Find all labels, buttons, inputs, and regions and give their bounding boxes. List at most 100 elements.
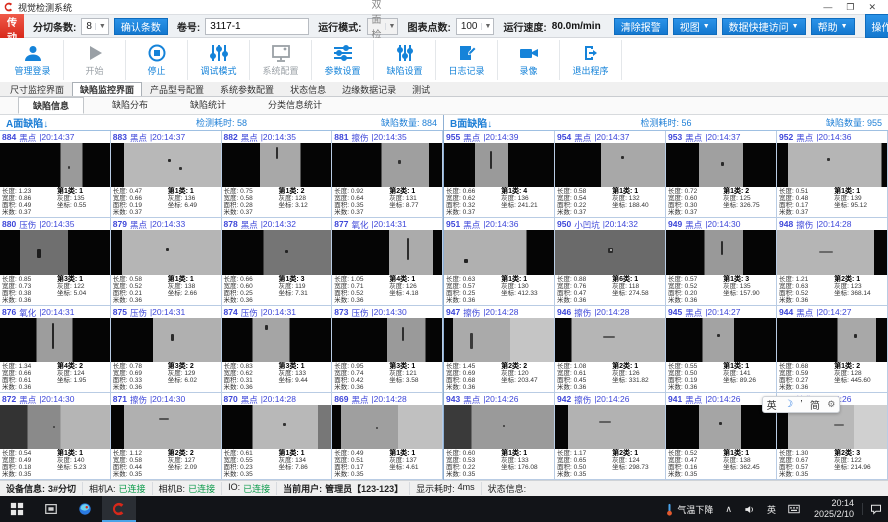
defect-cell-949[interactable]: 949黑点|20:14:30长度: 0.57宽度: 0.52面积: 0.20米数… xyxy=(666,218,777,305)
defect-info: 长度: 0.58宽度: 0.54面积: 0.22米数: 0.37第1类: 1灰度… xyxy=(555,187,665,217)
action-camera-button[interactable]: 录像 xyxy=(498,40,560,80)
defect-info: 长度: 0.58宽度: 0.52面积: 0.21米数: 0.36第1类: 1灰度… xyxy=(111,275,221,305)
defect-cell-946[interactable]: 946擦伤|20:14:28长度: 1.08宽度: 0.61面积: 0.45米数… xyxy=(555,306,666,393)
defect-panel-a: A面缺陷↓检测耗时: 58缺陷数量: 884884黑点|20:14:37长度: … xyxy=(0,115,444,480)
action-play-button[interactable]: 开始 xyxy=(64,40,126,80)
defect-cell-941[interactable]: 941黑点|20:14:26长度: 0.52宽度: 0.47面积: 0.16米数… xyxy=(666,393,777,480)
confirm-count-button[interactable]: 确认条数 xyxy=(114,18,168,35)
tab-main-3[interactable]: 产品型号配置 xyxy=(142,82,212,96)
quick-access-menu-button[interactable]: 数据快捷访问▼ xyxy=(722,18,806,35)
moon-icon[interactable]: ☽ xyxy=(784,399,793,410)
tab-sub-4[interactable]: 分类信息统计 xyxy=(254,97,336,114)
defect-cell-955[interactable]: 955黑点|20:14:39长度: 0.66宽度: 0.62面积: 0.32米数… xyxy=(444,131,555,218)
sub-tab-bar: 缺陷信息缺陷分布缺陷统计分类信息统计 xyxy=(0,97,888,115)
drive-side-button[interactable]: 传动侧 xyxy=(0,14,24,38)
help-menu-button[interactable]: 帮助▼ xyxy=(811,18,855,35)
clear-alarm-button[interactable]: 清除报警 xyxy=(614,18,668,35)
ime-language-bar[interactable]: 英 ☽ ’ 简 ⚙ xyxy=(762,396,840,413)
tab-sub-2[interactable]: 缺陷分布 xyxy=(98,97,162,114)
view-menu-button[interactable]: 视图▼ xyxy=(673,18,717,35)
defect-cell-872[interactable]: 872黑点|20:14:30长度: 0.54宽度: 0.49面积: 0.18米数… xyxy=(0,393,111,480)
action-monitor-button[interactable]: 系统配置 xyxy=(250,40,312,80)
task-view-button[interactable] xyxy=(34,496,68,522)
tab-sub-3[interactable]: 缺陷统计 xyxy=(176,97,240,114)
defect-image xyxy=(222,143,332,187)
defect-cell-953[interactable]: 953黑点|20:14:37长度: 0.72宽度: 0.60面积: 0.30米数… xyxy=(666,131,777,218)
weather-widget[interactable]: 气温下降 xyxy=(659,496,719,522)
defect-mark xyxy=(719,422,722,425)
defect-info: 长度: 1.34宽度: 0.66面积: 0.61米数: 0.36第4类: 2灰度… xyxy=(0,362,110,392)
defect-cell-882[interactable]: 882黑点|20:14:35长度: 0.75宽度: 0.58面积: 0.28米数… xyxy=(222,131,333,218)
defect-cell-874[interactable]: 874压伤|20:14:31长度: 0.83宽度: 0.62面积: 0.31米数… xyxy=(222,306,333,393)
defect-info: 长度: 0.85宽度: 0.73面积: 0.38米数: 0.36第3类: 1灰度… xyxy=(0,275,110,305)
action-sliders-h-button[interactable]: 参数设置 xyxy=(312,40,374,80)
touch-keyboard-icon[interactable] xyxy=(782,496,806,522)
action-label: 停止 xyxy=(147,64,165,77)
defect-cell-877[interactable]: 877氧化|20:14:31长度: 1.05宽度: 0.71面积: 0.52米数… xyxy=(332,218,443,305)
action-stop-button[interactable]: 停止 xyxy=(126,40,188,80)
ime-english-mode[interactable]: 英 xyxy=(767,397,777,412)
defect-info: 长度: 0.47宽度: 0.66面积: 0.19米数: 0.37第1类: 1灰度… xyxy=(111,187,221,217)
close-icon[interactable]: ✕ xyxy=(868,0,876,14)
defect-cell-870[interactable]: 870黑点|20:14:28长度: 0.61宽度: 0.55面积: 0.23米数… xyxy=(222,393,333,480)
tab-main-1[interactable]: 尺寸监控界面 xyxy=(2,82,72,96)
taskbar-clock[interactable]: 20:14 2025/2/10 xyxy=(806,498,862,520)
defect-cell-884[interactable]: 884黑点|20:14:37长度: 1.23宽度: 0.86面积: 0.49米数… xyxy=(0,131,111,218)
camera-a-status: 已连接 xyxy=(119,482,146,495)
tab-main-7[interactable]: 测试 xyxy=(404,82,438,96)
chart-points-select[interactable]: 100▼ xyxy=(456,18,495,35)
defect-cell-950[interactable]: 950小凹坑|20:14:32长度: 0.88宽度: 0.76面积: 0.47米… xyxy=(555,218,666,305)
volume-icon[interactable] xyxy=(738,496,761,522)
defect-cell-869[interactable]: 869黑点|20:14:28长度: 0.49宽度: 0.51面积: 0.17米数… xyxy=(332,393,443,480)
ime-simplified[interactable]: 简 xyxy=(810,397,820,412)
defect-cell-952[interactable]: 952黑点|20:14:36长度: 0.51宽度: 0.48面积: 0.17米数… xyxy=(777,131,888,218)
ime-tray-language[interactable]: 英 xyxy=(761,496,782,522)
defect-info: 长度: 1.17宽度: 0.65面积: 0.50米数: 0.35第2类: 1灰度… xyxy=(555,449,665,479)
defect-cell-871[interactable]: 871擦伤|20:14:30长度: 1.12宽度: 0.58面积: 0.44米数… xyxy=(111,393,222,480)
defect-cell-header: 946擦伤|20:14:28 xyxy=(555,306,665,318)
defect-image xyxy=(111,405,221,449)
defect-cell-883[interactable]: 883黑点|20:14:37 长度: 0.47宽度: 0.66面积: 0.19米数… xyxy=(111,131,222,218)
action-log-button[interactable]: 日志记录 xyxy=(436,40,498,80)
action-exit-button[interactable]: 退出程序 xyxy=(560,40,622,80)
tab-main-2[interactable]: 缺陷监控界面 xyxy=(72,82,142,96)
run-mode-select[interactable]: 双面检测▼ xyxy=(367,18,399,35)
camera-icon xyxy=(519,44,539,62)
defect-cell-876[interactable]: 876氧化|20:14:31长度: 1.34宽度: 0.66面积: 0.61米数… xyxy=(0,306,111,393)
minimize-icon[interactable]: — xyxy=(823,0,832,14)
action-sliders-v2-button[interactable]: 缺陷设置 xyxy=(374,40,436,80)
tab-main-5[interactable]: 状态信息 xyxy=(282,82,334,96)
action-sliders-v-button[interactable]: 调试模式 xyxy=(188,40,250,80)
defect-cell-945[interactable]: 945黑点|20:14:27长度: 0.55宽度: 0.50面积: 0.19米数… xyxy=(666,306,777,393)
split-count-select[interactable]: 8▼ xyxy=(81,18,109,35)
tab-sub-1[interactable]: 缺陷信息 xyxy=(18,97,84,114)
defect-cell-header: 883黑点|20:14:37 xyxy=(111,131,221,143)
defect-cell-948[interactable]: 948擦伤|20:14:28长度: 1.21宽度: 0.63面积: 0.52米数… xyxy=(777,218,888,305)
browser-icon[interactable] xyxy=(68,496,102,522)
defect-cell-881[interactable]: 881擦伤|20:14:35长度: 0.92宽度: 0.64面积: 0.35米数… xyxy=(332,131,443,218)
defect-cell-947[interactable]: 947擦伤|20:14:28长度: 1.45宽度: 0.69面积: 0.68米数… xyxy=(444,306,555,393)
defect-cell-873[interactable]: 873压伤|20:14:30长度: 0.95宽度: 0.74面积: 0.42米数… xyxy=(332,306,443,393)
gear-icon[interactable]: ⚙ xyxy=(827,399,835,410)
defect-cell-951[interactable]: 951黑点|20:14:36长度: 0.63宽度: 0.57面积: 0.25米数… xyxy=(444,218,555,305)
defect-cell-880[interactable]: 880压伤|20:14:35长度: 0.85宽度: 0.73面积: 0.38米数… xyxy=(0,218,111,305)
operator-side-button[interactable]: 操作侧 xyxy=(865,14,888,38)
defect-cell-879[interactable]: 879黑点|20:14:33长度: 0.58宽度: 0.52面积: 0.21米数… xyxy=(111,218,222,305)
maximize-icon[interactable]: ❐ xyxy=(846,0,854,14)
detection-app-taskbar-button[interactable] xyxy=(102,496,136,522)
ime-punctuation[interactable]: ’ xyxy=(800,399,802,410)
defect-cell-875[interactable]: 875压伤|20:14:31长度: 0.78宽度: 0.69面积: 0.33米数… xyxy=(111,306,222,393)
roll-number-input[interactable] xyxy=(205,18,309,35)
elapsed-label: 显示耗时: xyxy=(416,482,455,495)
notification-center-icon[interactable] xyxy=(862,503,888,515)
action-user-button[interactable]: 管理登录 xyxy=(2,40,64,80)
start-button[interactable] xyxy=(0,496,34,522)
hidden-icons-chevron[interactable]: ∧ xyxy=(719,496,738,522)
defect-cell-944[interactable]: 944黑点|20:14:27长度: 0.68宽度: 0.59面积: 0.27米数… xyxy=(777,306,888,393)
tab-main-6[interactable]: 边缘数据记录 xyxy=(334,82,404,96)
defect-cell-943[interactable]: 943黑点|20:14:26长度: 0.60宽度: 0.53面积: 0.22米数… xyxy=(444,393,555,480)
defect-cell-878[interactable]: 878黑点|20:14:32长度: 0.66宽度: 0.60面积: 0.25米数… xyxy=(222,218,333,305)
defect-cell-942[interactable]: 942擦伤|20:14:26长度: 1.17宽度: 0.65面积: 0.50米数… xyxy=(555,393,666,480)
tab-main-4[interactable]: 系统参数配置 xyxy=(212,82,282,96)
defect-cell-954[interactable]: 954黑点|20:14:37长度: 0.58宽度: 0.54面积: 0.22米数… xyxy=(555,131,666,218)
